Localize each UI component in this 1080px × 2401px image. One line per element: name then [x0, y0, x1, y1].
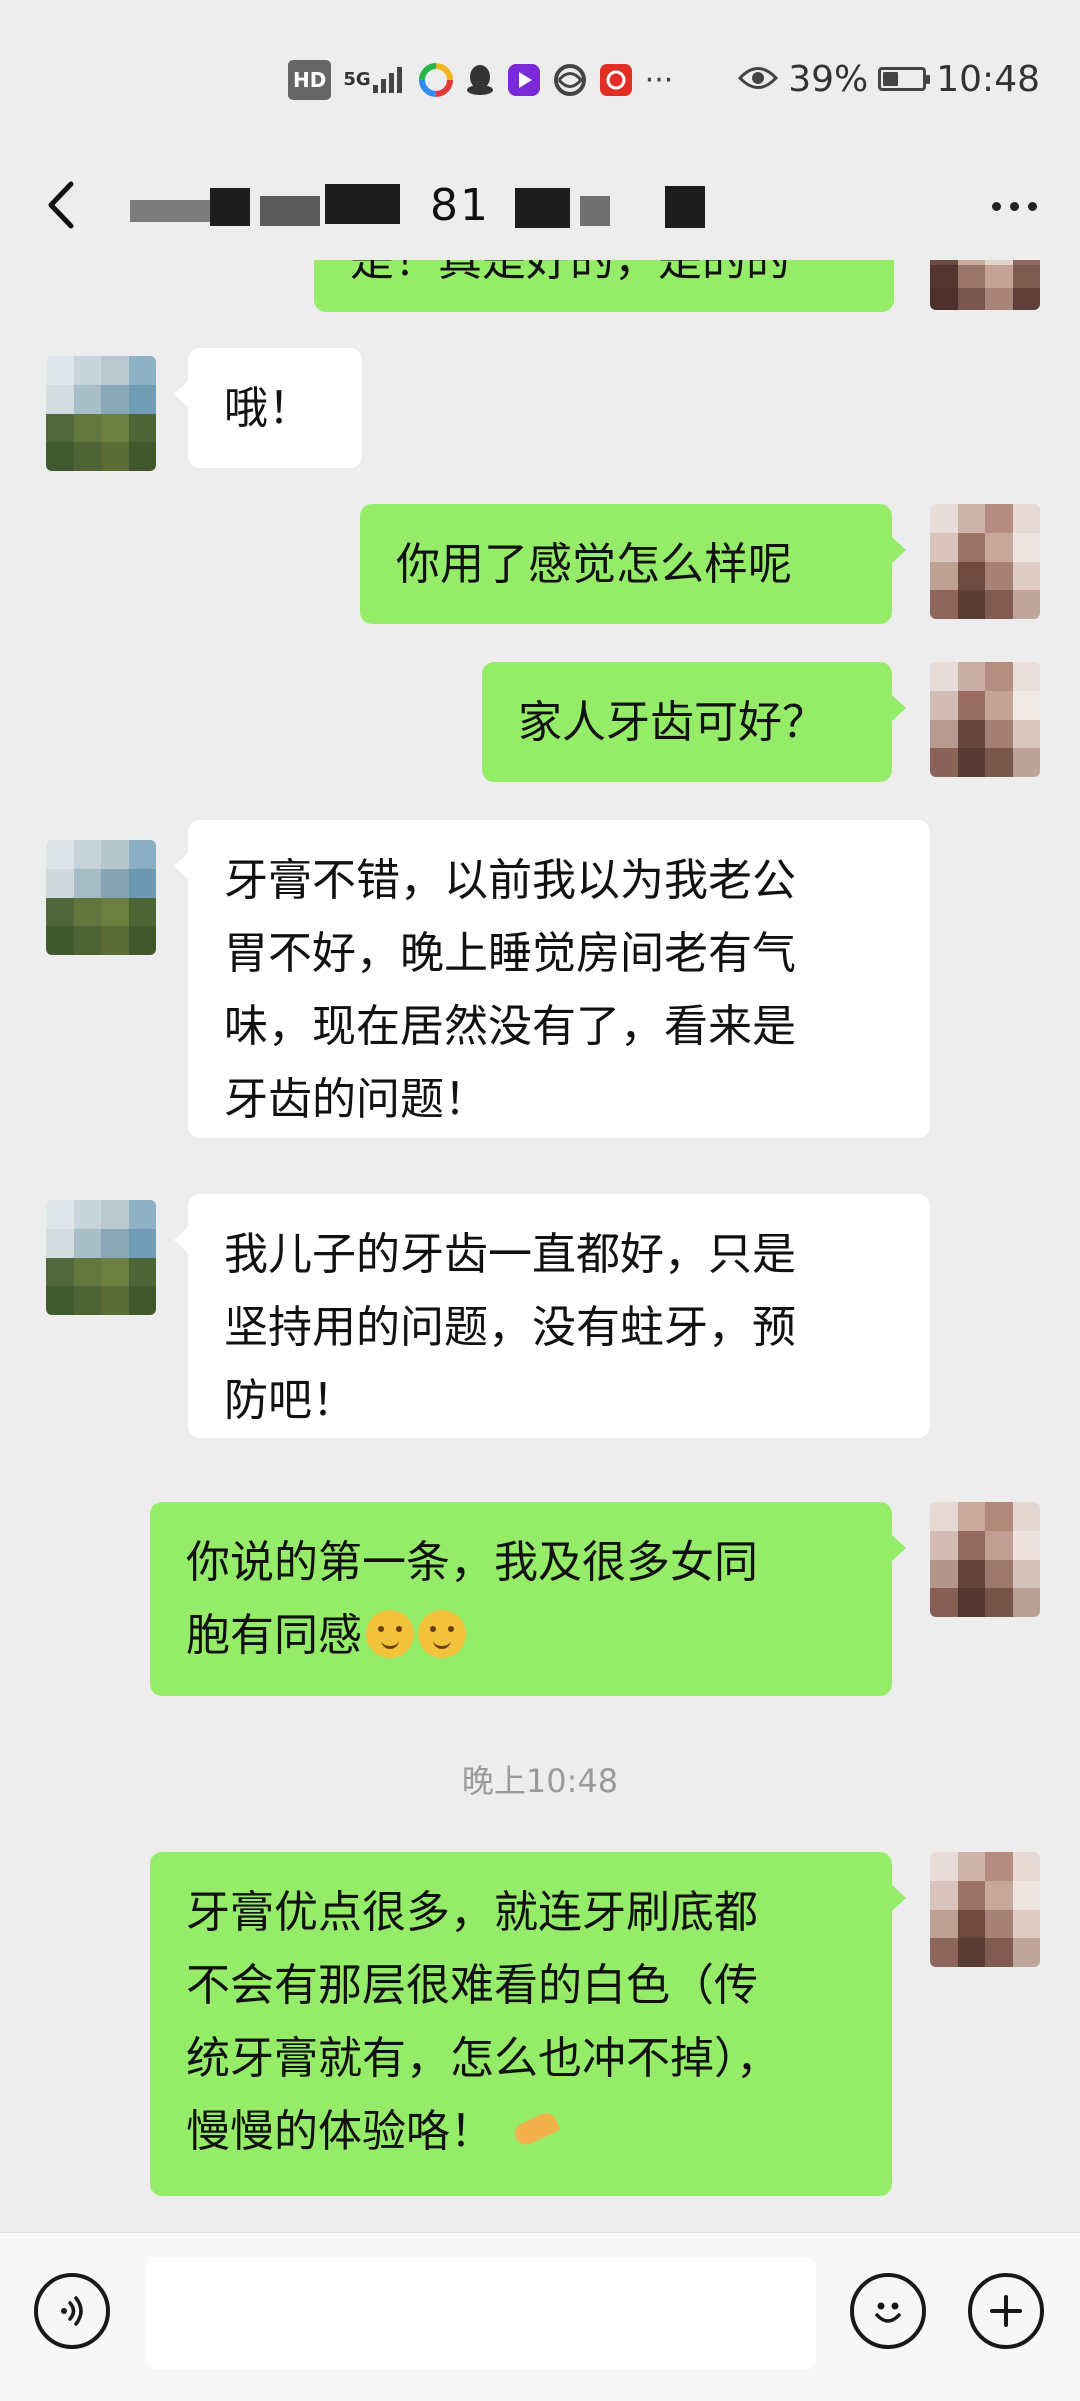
pinduoduo-icon	[599, 63, 633, 97]
input-bar	[0, 2232, 1080, 2401]
status-left-icons: HD 5G ···	[288, 56, 673, 104]
message-line: 我儿子的牙齿一直都好，只是	[224, 1229, 796, 1280]
status-bar: HD 5G ··· 39% 10:48	[0, 0, 1080, 150]
browser-icon	[553, 63, 587, 97]
status-time: 10:48	[936, 58, 1040, 100]
message-bubble-outgoing[interactable]: 家人牙齿可好？	[482, 662, 906, 782]
my-avatar[interactable]	[930, 504, 1040, 619]
message-text: 你用了感觉怎么样呢	[396, 539, 792, 590]
message-text: 哦！	[224, 383, 312, 434]
shushing-face-emoji	[418, 1610, 466, 1658]
message-line: 慢慢的体验咯！	[186, 2095, 856, 2168]
message-line: 牙膏优点很多，就连牙刷底都	[186, 1887, 758, 1938]
battery-icon	[878, 67, 931, 91]
redacted-block	[260, 196, 320, 226]
message-line: 统牙膏就有，怎么也冲不掉），	[186, 2033, 780, 2084]
message-input[interactable]	[146, 2257, 816, 2369]
more-dots-icon	[991, 201, 1001, 211]
message-line: 坚持用的问题，没有蛀牙，预	[224, 1302, 796, 1353]
contact-avatar[interactable]	[46, 1200, 156, 1315]
emoji-icon	[875, 2302, 901, 2323]
qq-icon	[465, 63, 495, 97]
message-bubble-incoming[interactable]: 牙膏不错，以前我以为我老公 胃不好，晚上睡觉房间老有气 味，现在居然没有了，看来…	[174, 820, 930, 1138]
eye-comfort-icon	[738, 59, 779, 100]
message-line: 防吧！	[224, 1375, 356, 1426]
message-bubble-outgoing[interactable]: 你说的第一条，我及很多女同 胞有同感	[150, 1502, 906, 1696]
message-line: 味，现在居然没有了，看来是	[224, 1001, 796, 1052]
redacted-block	[515, 188, 570, 228]
pointing-hand-emoji	[510, 2108, 562, 2152]
my-avatar[interactable]	[930, 1502, 1040, 1617]
message-bubble-incoming[interactable]: 哦！	[174, 348, 362, 468]
hd-icon: HD	[288, 60, 332, 100]
redacted-block	[325, 184, 400, 224]
message-line: 牙膏不错，以前我以为我老公	[224, 855, 796, 906]
video-app-icon	[507, 63, 541, 97]
message-line: 你说的第一条，我及很多女同	[186, 1537, 758, 1588]
chat-messages[interactable]: 是！真是好的，是的的 哦！ 你用了感觉怎么样呢 家人牙齿可好？ 牙膏不错，以前我…	[0, 260, 1080, 2232]
voice-icon	[61, 2296, 83, 2326]
my-avatar[interactable]	[930, 1852, 1040, 1967]
5g-signal-icon: 5G	[343, 63, 406, 97]
plus-button[interactable]	[968, 2273, 1044, 2349]
status-right: 39% 10:48	[738, 52, 1040, 106]
message-bubble-outgoing[interactable]: 牙膏优点很多，就连牙刷底都 不会有那层很难看的白色（传 统牙膏就有，怎么也冲不掉…	[150, 1852, 906, 2196]
app-icon	[418, 63, 453, 97]
contact-avatar[interactable]	[46, 356, 156, 471]
message-bubble-outgoing[interactable]: 你用了感觉怎么样呢	[360, 504, 906, 624]
my-avatar[interactable]	[930, 260, 1040, 310]
emoji-button[interactable]	[850, 2273, 926, 2349]
message-line: 不会有那层很难看的白色（传	[186, 1960, 758, 2011]
message-line: 牙齿的问题！	[224, 1074, 488, 1125]
battery-percent: 39%	[788, 58, 869, 100]
message-bubble-incoming[interactable]: 我儿子的牙齿一直都好，只是 坚持用的问题，没有蛀牙，预 防吧！	[174, 1194, 930, 1438]
chevron-left-icon	[48, 181, 74, 229]
contact-avatar[interactable]	[46, 840, 156, 955]
message-line: 胞有同感	[186, 1599, 856, 1672]
back-button[interactable]	[30, 172, 90, 238]
chat-header: 81	[0, 150, 1080, 260]
more-button[interactable]	[978, 180, 1050, 232]
redacted-block	[665, 186, 705, 228]
redacted-block	[130, 200, 210, 222]
redacted-block	[580, 196, 610, 226]
more-icon: ···	[644, 62, 674, 98]
message-text: 是！真是好的，是的的	[350, 260, 790, 286]
message-timestamp: 晚上10:48	[461, 1762, 619, 1800]
battery-level-fill	[883, 72, 899, 86]
voice-button[interactable]	[34, 2273, 110, 2349]
chat-title: 81	[430, 180, 490, 231]
message-bubble-outgoing[interactable]: 是！真是好的，是的的	[314, 260, 894, 312]
message-text: 家人牙齿可好？	[518, 697, 826, 748]
thinking-face-emoji	[366, 1610, 414, 1658]
chat-title-area: 81	[120, 166, 840, 246]
message-line: 胃不好，晚上睡觉房间老有气	[224, 928, 796, 979]
my-avatar[interactable]	[930, 662, 1040, 777]
redacted-block	[210, 188, 250, 226]
plus-icon	[990, 2295, 1022, 2327]
